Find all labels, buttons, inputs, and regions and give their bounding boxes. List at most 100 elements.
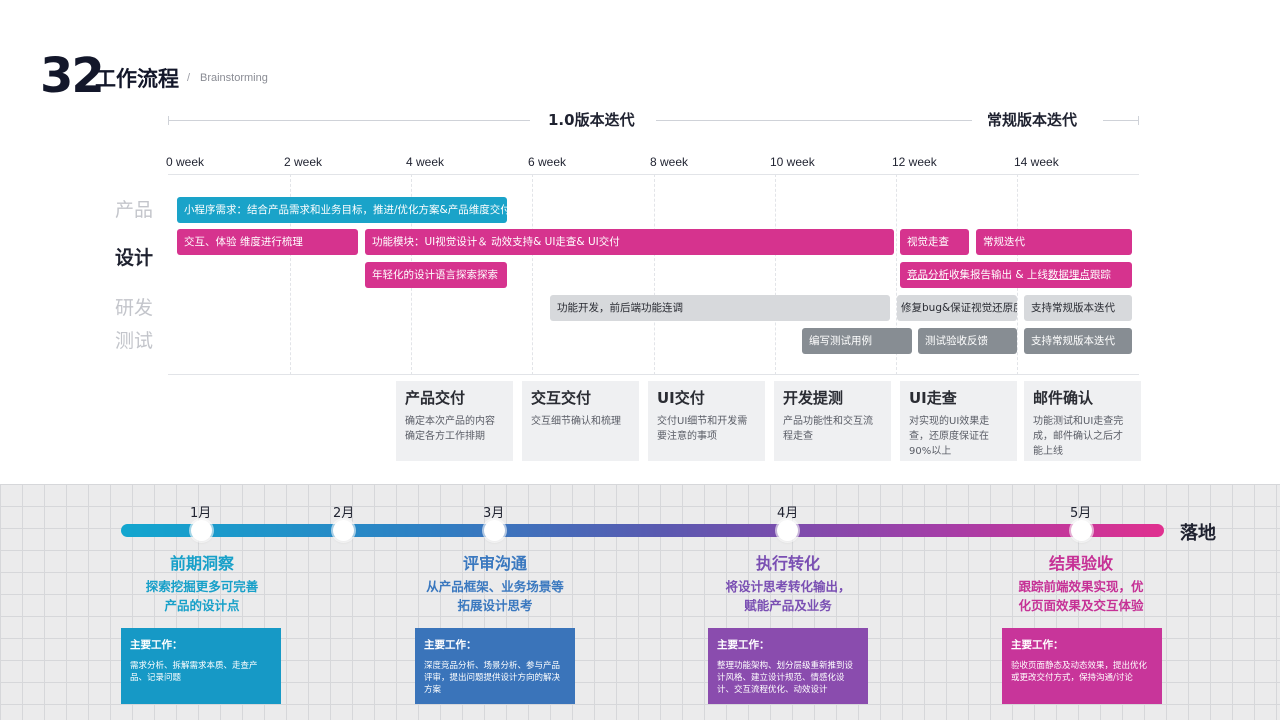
- week-label: 10 week: [770, 155, 815, 169]
- page-title: 工作流程: [95, 67, 179, 91]
- card-title: 开发提测: [783, 389, 844, 407]
- work-desc: 验收页面静态及动态效果，提出优化或更改交付方式，保持沟通/讨论: [1011, 661, 1148, 683]
- gantt-bar: 编写测试用例: [802, 328, 912, 354]
- work-box: 主要工作： 整理功能架构、划分层级重新推到设计风格、建立设计规范、情感化设计、交…: [708, 628, 868, 704]
- stage-desc: 从产品框架、业务场景等 拓展设计思考: [395, 577, 595, 615]
- title-separator: /: [187, 72, 191, 84]
- page-subtitle: Brainstorming: [200, 72, 268, 84]
- deliverable-card: UI走查 对实现的UI效果走查，还原度保证在90%以上: [900, 381, 1017, 461]
- month-label: 1月: [190, 506, 212, 521]
- stage-desc-line: 从产品框架、业务场景等: [426, 579, 564, 594]
- gantt-bar: 功能开发，前后端功能连调: [550, 295, 890, 321]
- timeline-dot: [191, 520, 212, 541]
- gantt-bar: 年轻化的设计语言探索探索: [365, 262, 507, 288]
- phase-label-1: 1.0版本迭代: [548, 111, 635, 129]
- gantt-bar: 竞品分析收集报告输出 & 上线数据埋点跟踪: [900, 262, 1132, 288]
- card-title: 交互交付: [531, 389, 592, 407]
- work-title: 主要工作：: [424, 639, 477, 651]
- stage-desc: 跟踪前端效果实现，优 化页面效果及交互体验: [981, 577, 1181, 615]
- timeline-dot: [484, 520, 505, 541]
- month-label: 4月: [777, 506, 799, 521]
- page-number: 32: [40, 48, 105, 104]
- week-label: 8 week: [650, 155, 689, 169]
- month-label: 3月: [483, 506, 505, 521]
- week-label: 14 week: [1014, 155, 1059, 169]
- week-label: 12 week: [892, 155, 937, 169]
- stage-title: 评审沟通: [462, 554, 527, 573]
- grid-line: [654, 174, 655, 375]
- gantt-bar: 交互、体验 维度进行梳理: [177, 229, 358, 255]
- card-desc: 产品功能性和交互流程走查: [783, 416, 873, 442]
- deliverable-card: 邮件确认 功能测试和UI走查完成，邮件确认之后才能上线: [1024, 381, 1141, 461]
- gantt-bar: 常规迭代: [976, 229, 1132, 255]
- timeline-dot: [1071, 520, 1092, 541]
- stage-title: 执行转化: [755, 554, 820, 573]
- week-label: 0 week: [166, 155, 205, 169]
- row-label-test: 测试: [115, 330, 154, 352]
- stage-desc: 探索挖掘更多可完善 产品的设计点: [102, 577, 302, 615]
- work-desc: 需求分析、拆解需求本质、走查产品、记录问题: [130, 661, 258, 683]
- card-desc: 交付UI细节和开发需要注意的事项: [657, 416, 748, 442]
- deliverable-card: 产品交付 确定本次产品的内容确定各方工作排期: [396, 381, 513, 461]
- month-label: 5月: [1070, 506, 1092, 521]
- week-label: 2 week: [284, 155, 323, 169]
- deliverable-card: 开发提测 产品功能性和交互流程走查: [774, 381, 891, 461]
- stage-desc-line: 探索挖掘更多可完善: [145, 579, 259, 594]
- card-desc: 确定本次产品的内容确定各方工作排期: [405, 416, 495, 442]
- gantt-bar: 小程序需求：结合产品需求和业务目标，推进/优化方案&产品维度交付: [177, 197, 507, 223]
- gantt-bar: 视觉走查: [900, 229, 969, 255]
- row-label-design: 设计: [115, 247, 154, 269]
- phase-label-2: 常规版本迭代: [987, 111, 1078, 129]
- card-title: 产品交付: [405, 389, 466, 407]
- work-title: 主要工作：: [717, 639, 770, 651]
- work-desc: 深度竞品分析、场景分析、参与产品评审，提出问题提供设计方向的解决方案: [424, 661, 561, 695]
- work-box: 主要工作： 深度竞品分析、场景分析、参与产品评审，提出问题提供设计方向的解决方案: [415, 628, 575, 704]
- phase-line-mid: [656, 120, 972, 121]
- work-box: 主要工作： 需求分析、拆解需求本质、走查产品、记录问题: [121, 628, 281, 704]
- gantt-bar: 支持常规版本迭代: [1024, 295, 1132, 321]
- stage-title: 前期洞察: [169, 554, 234, 573]
- bar-text: 收集报告输出 & 上线: [949, 269, 1048, 281]
- gantt-bar: 功能模块：UI视觉设计＆ 动效支持& UI走查& UI交付: [365, 229, 894, 255]
- work-title: 主要工作：: [1011, 639, 1064, 651]
- grid-line: [775, 174, 776, 375]
- gantt-bar: 支持常规版本迭代: [1024, 328, 1132, 354]
- stage-title: 结果验收: [1048, 554, 1113, 573]
- bar-text-underlined: 竞品分析: [907, 269, 949, 281]
- phase-cap-end: [1138, 116, 1139, 125]
- bar-text-underlined: 数据埋点: [1047, 269, 1090, 281]
- stage-desc-line: 化页面效果及交互体验: [1018, 598, 1144, 613]
- gantt-bar: 测试验收反馈: [918, 328, 1017, 354]
- bar-text: 跟踪: [1089, 269, 1111, 281]
- timeline-dot: [333, 520, 354, 541]
- deliverable-card: 交互交付 交互细节确认和梳理: [522, 381, 639, 461]
- phase-line-right: [1103, 120, 1139, 121]
- row-label-dev: 研发: [115, 297, 154, 319]
- stage-desc-line: 拓展设计思考: [457, 598, 533, 613]
- gantt-bar: 修复bug&保证视觉还原度: [897, 295, 1017, 321]
- stage-desc-line: 赋能产品及业务: [744, 598, 832, 613]
- phase-cap-start: [168, 116, 169, 125]
- work-title: 主要工作：: [130, 639, 183, 651]
- timeline-dot: [777, 520, 798, 541]
- week-label: 4 week: [406, 155, 445, 169]
- month-label: 2月: [333, 506, 355, 521]
- timeline-bar: [121, 524, 1164, 537]
- stage-desc-line: 跟踪前端效果实现，优: [1018, 579, 1144, 594]
- stage-desc-line: 产品的设计点: [164, 598, 240, 613]
- work-box: 主要工作： 验收页面静态及动态效果，提出优化或更改交付方式，保持沟通/讨论: [1002, 628, 1162, 704]
- card-desc: 功能测试和UI走查完成，邮件确认之后才能上线: [1033, 416, 1124, 457]
- deliverable-card: UI交付 交付UI细节和开发需要注意的事项: [648, 381, 765, 461]
- stage-desc: 将设计思考转化输出， 赋能产品及业务: [688, 577, 888, 615]
- week-label: 6 week: [528, 155, 567, 169]
- card-desc: 对实现的UI效果走查，还原度保证在90%以上: [909, 416, 990, 457]
- grid-line: [532, 174, 533, 375]
- work-desc: 整理功能架构、划分层级重新推到设计风格、建立设计规范、情感化设计、交互流程优化、…: [717, 661, 854, 695]
- card-title: UI交付: [657, 389, 705, 407]
- row-label-product: 产品: [115, 199, 154, 221]
- phase-line-left: [168, 120, 530, 121]
- card-title: 邮件确认: [1033, 389, 1094, 407]
- stage-desc-line: 将设计思考转化输出，: [725, 579, 851, 594]
- card-title: UI走查: [909, 389, 957, 407]
- card-desc: 交互细节确认和梳理: [531, 416, 621, 427]
